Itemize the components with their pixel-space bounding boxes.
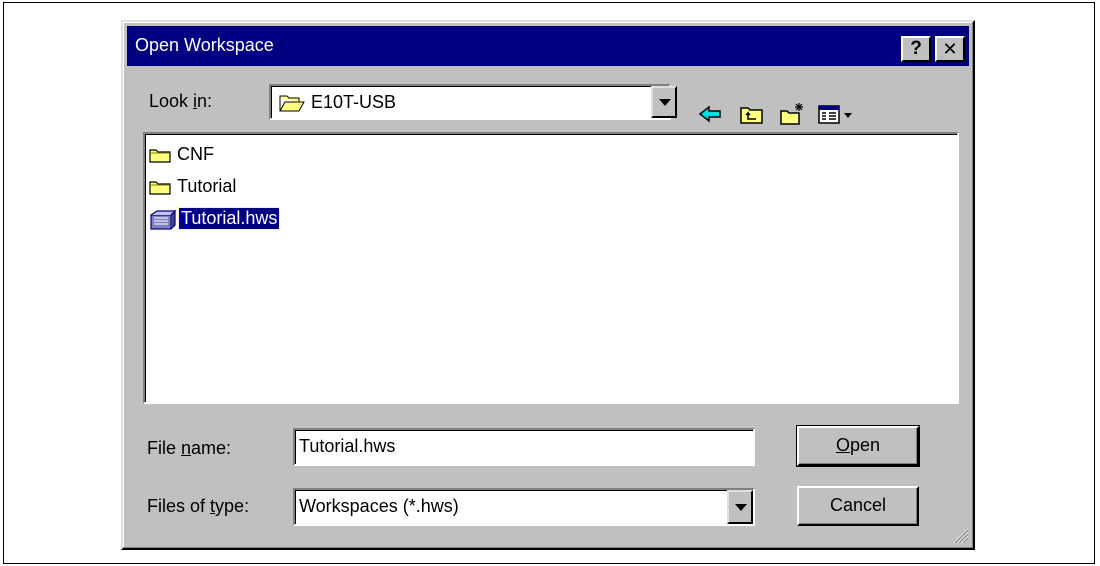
close-button[interactable]: ✕ xyxy=(935,36,965,62)
new-folder-icon[interactable] xyxy=(779,102,805,126)
resize-grip-icon[interactable] xyxy=(951,526,969,544)
file-type-combo[interactable]: Workspaces (*.hws) xyxy=(293,488,755,526)
file-type-label: Files of type: xyxy=(147,496,250,516)
look-in-label: Look in: xyxy=(149,91,213,111)
back-arrow-icon[interactable] xyxy=(697,102,723,126)
look-in-dropdown-arrow[interactable] xyxy=(651,86,677,118)
folder-icon xyxy=(149,181,171,195)
help-button[interactable]: ? xyxy=(901,36,931,62)
title-bar[interactable]: Open Workspace ? ✕ xyxy=(127,26,969,66)
open-button[interactable]: Open xyxy=(796,425,920,467)
list-item[interactable]: CNF xyxy=(149,144,349,168)
list-item-selected[interactable]: Tutorial.hws xyxy=(149,207,349,234)
view-menu-icon[interactable] xyxy=(817,102,855,126)
cancel-button[interactable]: Cancel xyxy=(797,486,919,526)
workspace-file-icon xyxy=(150,209,177,230)
file-name-label: Tutorial.hws xyxy=(177,207,281,230)
file-name-input[interactable]: Tutorial.hws xyxy=(293,428,755,466)
file-name-value: Tutorial.hws xyxy=(299,436,396,456)
file-name-label-text: File name: xyxy=(147,438,232,458)
look-in-combo[interactable]: E10T-USB xyxy=(269,84,671,120)
file-type-dropdown-arrow[interactable] xyxy=(727,490,753,524)
file-type-value: Workspaces (*.hws) xyxy=(299,496,459,516)
file-name-label: CNF xyxy=(177,144,214,164)
file-name-label: Tutorial xyxy=(177,176,237,196)
open-workspace-dialog: Open Workspace ? ✕ Look in: E10T-USB CNF… xyxy=(121,20,975,550)
open-folder-icon xyxy=(279,95,305,112)
dialog-title: Open Workspace xyxy=(135,35,274,55)
folder-icon xyxy=(149,149,171,163)
up-one-level-icon[interactable] xyxy=(739,102,765,126)
look-in-value: E10T-USB xyxy=(311,92,397,112)
file-list[interactable]: CNF Tutorial Tutorial.hws xyxy=(143,132,959,404)
list-item[interactable]: Tutorial xyxy=(149,176,349,200)
